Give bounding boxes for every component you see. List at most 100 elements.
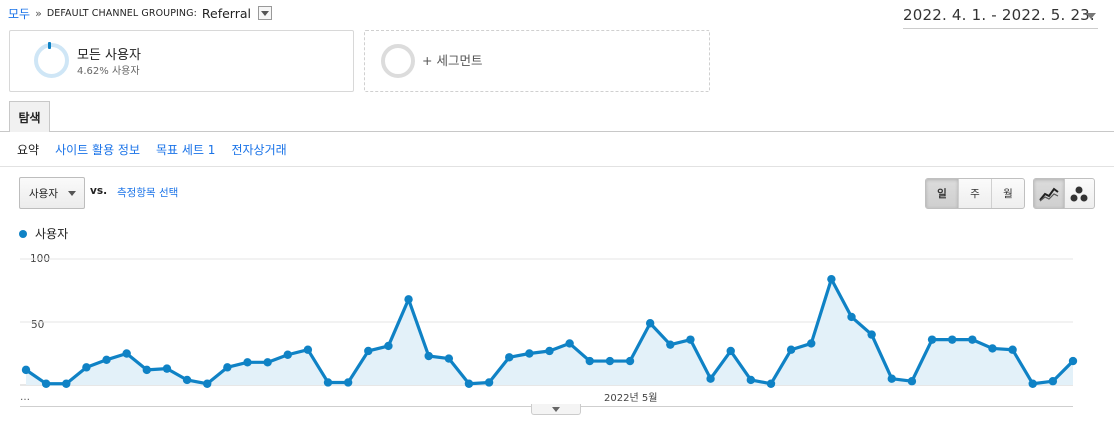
- data-point: [766, 379, 776, 388]
- data-point: [605, 356, 615, 366]
- data-point: [1048, 377, 1058, 386]
- subtab-divider: [0, 166, 1114, 167]
- date-range-label: 2022. 4. 1. - 2022. 5. 23.: [903, 6, 1095, 24]
- data-point: [182, 375, 192, 385]
- data-point: [404, 295, 413, 304]
- breadcrumb: 모두 » DEFAULT CHANNEL GROUPING: Referral: [8, 5, 273, 22]
- data-point: [867, 330, 876, 339]
- data-point: [726, 346, 735, 356]
- data-point: [62, 379, 71, 388]
- breadcrumb-dimension: DEFAULT CHANNEL GROUPING:: [46, 7, 197, 19]
- segment-ring-icon: [34, 43, 69, 78]
- data-point: [484, 378, 494, 387]
- data-point: [323, 378, 333, 387]
- data-point: [786, 345, 796, 354]
- legend-dot-icon: [19, 229, 27, 238]
- chevron-down-icon: [552, 406, 560, 412]
- data-point: [343, 378, 353, 387]
- data-point: [887, 374, 896, 383]
- data-point: [1068, 356, 1078, 366]
- data-point: [1028, 379, 1037, 388]
- empty-segment-ring-icon: [381, 44, 415, 78]
- data-point: [223, 363, 232, 372]
- breadcrumb-dropdown-button[interactable]: [258, 6, 273, 20]
- data-point: [464, 379, 474, 388]
- data-point: [444, 354, 454, 363]
- chart-type-button-group: [1033, 178, 1095, 209]
- line-chart-icon: [1038, 187, 1059, 201]
- subtab-goal-set-1[interactable]: 목표 세트 1: [156, 141, 215, 158]
- period-day-button[interactable]: 일: [926, 179, 959, 208]
- data-point: [41, 379, 51, 388]
- data-point: [645, 319, 655, 328]
- segment-ring-indicator: [48, 42, 51, 49]
- data-point: [968, 335, 977, 344]
- series-area: [26, 279, 1073, 385]
- chevron-down-icon: [68, 191, 76, 196]
- data-point: [545, 346, 554, 356]
- data-point: [263, 358, 272, 367]
- data-point: [384, 341, 393, 351]
- chevron-down-icon: [1086, 13, 1096, 19]
- data-point: [666, 340, 675, 349]
- data-point: [122, 349, 131, 358]
- date-range-picker[interactable]: 2022. 4. 1. - 2022. 5. 23.: [903, 2, 1098, 29]
- data-point: [686, 335, 695, 344]
- data-point: [82, 363, 91, 372]
- line-chart-button[interactable]: [1034, 179, 1065, 208]
- data-point: [585, 356, 594, 366]
- period-button-group: 일 주 월: [925, 178, 1025, 209]
- data-point: [927, 335, 937, 344]
- vs-label: vs.: [90, 185, 108, 197]
- subtab-site-usage[interactable]: 사이트 활용 정보: [55, 141, 140, 158]
- data-point: [424, 351, 433, 361]
- subtab-ecommerce[interactable]: 전자상거래: [231, 141, 286, 158]
- data-point: [243, 358, 252, 367]
- period-week-button[interactable]: 주: [959, 179, 992, 208]
- chevron-down-icon: [261, 10, 270, 16]
- data-point: [525, 349, 534, 358]
- explorer-subtabs: 요약 사이트 활용 정보 목표 세트 1 전자상거래: [17, 141, 287, 158]
- data-point: [625, 356, 635, 366]
- x-tick-label: 2022년 5월: [604, 393, 658, 404]
- users-line-chart: [20, 258, 1078, 388]
- data-point: [162, 364, 172, 373]
- breadcrumb-home-link[interactable]: 모두: [8, 5, 30, 22]
- data-point: [102, 355, 111, 364]
- metric-dropdown-label: 사용자: [29, 187, 58, 200]
- data-point: [1008, 345, 1017, 354]
- data-point: [21, 365, 31, 375]
- data-point: [565, 339, 574, 348]
- data-point: [847, 312, 856, 322]
- data-point: [746, 375, 756, 385]
- motion-chart-button[interactable]: [1065, 179, 1095, 208]
- x-axis-truncation: …: [20, 392, 30, 403]
- segment-title: 모든 사용자: [77, 48, 141, 63]
- choose-metric-link[interactable]: 측정항목 선택: [117, 185, 178, 200]
- data-point: [283, 350, 292, 359]
- segment-card-all-users[interactable]: 모든 사용자 4.62% 사용자: [9, 30, 354, 92]
- data-point: [827, 274, 836, 284]
- data-point: [303, 345, 313, 354]
- tab-bar-divider: [0, 131, 1114, 132]
- chart-expand-handle[interactable]: [531, 404, 581, 415]
- data-point: [907, 377, 917, 386]
- data-point: [706, 374, 715, 383]
- add-segment-label: + 세그먼트: [422, 53, 483, 68]
- breadcrumb-value: Referral: [201, 5, 252, 21]
- tab-explorer[interactable]: 탐색: [9, 101, 50, 132]
- breadcrumb-separator: »: [35, 6, 42, 20]
- period-month-button[interactable]: 월: [992, 179, 1024, 208]
- add-segment-card[interactable]: + 세그먼트: [364, 30, 710, 92]
- motion-chart-icon: [1070, 186, 1088, 201]
- data-point: [988, 344, 997, 353]
- metric-dropdown[interactable]: 사용자: [19, 177, 85, 209]
- data-point: [505, 353, 514, 362]
- segment-subtitle: 4.62% 사용자: [77, 66, 140, 77]
- subtab-summary[interactable]: 요약: [17, 141, 39, 158]
- data-point: [807, 339, 816, 348]
- data-point: [142, 365, 152, 375]
- data-point: [203, 379, 212, 388]
- data-point: [947, 335, 957, 344]
- data-point: [364, 346, 373, 356]
